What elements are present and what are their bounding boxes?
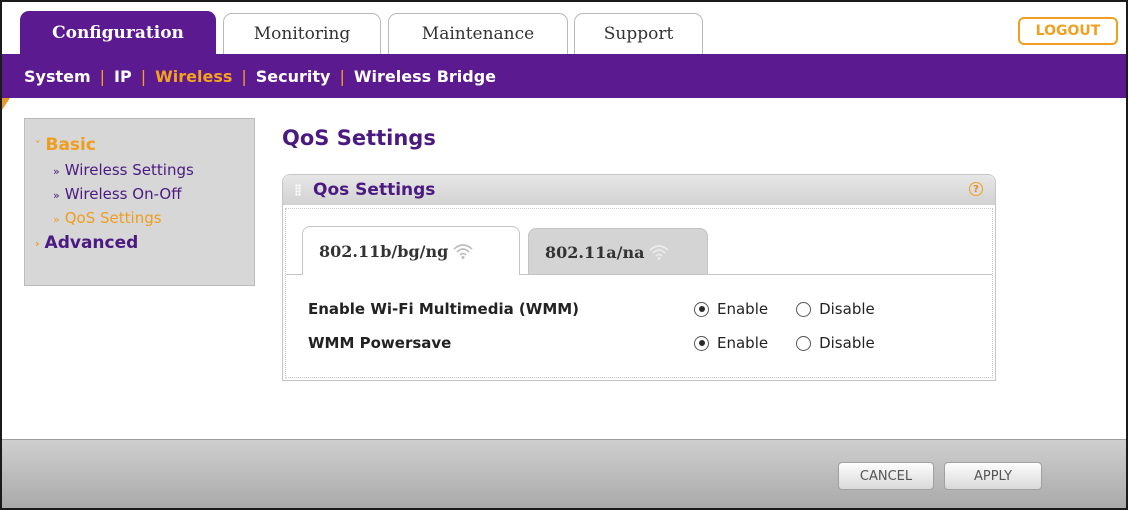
radio-label: Disable (819, 334, 875, 352)
tab-support[interactable]: Support (574, 13, 703, 54)
radio-label: Enable (717, 300, 769, 318)
setting-row-wmm-powersave: WMM Powersave Enable Disable (308, 334, 903, 352)
radio-tab-label: 802.11a/na (545, 242, 645, 262)
help-icon[interactable]: ? (969, 182, 983, 196)
footer-bar: CANCEL APPLY (2, 439, 1126, 508)
wifi-icon (453, 244, 473, 259)
panel-body: 802.11b/bg/ng 802.11a/na Enable Wi-Fi Mu… (285, 208, 993, 378)
panel-title: Qos Settings (313, 180, 436, 200)
router-admin-window: Configuration Monitoring Maintenance Sup… (0, 0, 1128, 510)
setting-row-wmm: Enable Wi-Fi Multimedia (WMM) Enable Dis… (308, 300, 903, 318)
subnav-system[interactable]: System (24, 67, 91, 86)
setting-label: Enable Wi-Fi Multimedia (WMM) (308, 300, 580, 318)
tab-80211ana[interactable]: 802.11a/na (528, 228, 708, 275)
setting-label: WMM Powersave (308, 334, 452, 352)
logout-button[interactable]: LOGOUT (1018, 17, 1118, 45)
apply-button[interactable]: APPLY (944, 462, 1042, 490)
radio-selected-icon (694, 335, 709, 351)
double-chevron-icon: » (53, 189, 60, 202)
radio-tab-label: 802.11b/bg/ng (319, 241, 449, 261)
menu-item-label: Wireless Settings (64, 161, 194, 179)
radio-empty-icon (796, 335, 812, 351)
wmm-disable-radio[interactable]: Disable (796, 300, 875, 318)
subnav-separator: | (99, 66, 106, 86)
subnav-wireless[interactable]: Wireless (155, 67, 232, 86)
menu-item-wireless-settings[interactable]: » Wireless Settings (53, 159, 254, 183)
powersave-enable-radio[interactable]: Enable (694, 334, 768, 352)
wifi-icon (649, 245, 669, 260)
radio-label: Disable (819, 300, 875, 318)
panel-header: Qos Settings ? (283, 175, 995, 205)
sub-navigation: System | IP | Wireless | Security | Wire… (2, 54, 1126, 98)
page-title: QoS Settings (282, 126, 436, 150)
subnav-ip[interactable]: IP (114, 67, 132, 86)
left-menu: ˇ Basic » Wireless Settings » Wireless On-… (24, 118, 255, 286)
decorative-corner (2, 98, 10, 110)
double-chevron-icon: » (53, 165, 60, 178)
radio-label: Enable (717, 334, 769, 352)
menu-basic[interactable]: ˇ Basic (35, 135, 254, 155)
menu-item-wireless-on-off[interactable]: » Wireless On-Off (53, 183, 254, 207)
grip-icon (295, 184, 301, 196)
top-tab-bar: Configuration Monitoring Maintenance Sup… (2, 2, 1126, 54)
subnav-security[interactable]: Security (256, 67, 331, 86)
chevron-right-icon: › (35, 236, 40, 250)
double-chevron-icon: » (53, 213, 60, 226)
subnav-separator: | (241, 66, 247, 86)
powersave-disable-radio[interactable]: Disable (796, 334, 875, 352)
radio-empty-icon (796, 301, 812, 317)
menu-basic-label: Basic (45, 135, 96, 155)
subnav-separator: | (339, 66, 345, 86)
menu-advanced-label: Advanced (44, 233, 139, 253)
subnav-wireless-bridge[interactable]: Wireless Bridge (354, 67, 496, 86)
menu-advanced[interactable]: › Advanced (35, 233, 254, 253)
tab-monitoring[interactable]: Monitoring (223, 13, 381, 54)
subnav-separator: | (140, 66, 147, 86)
menu-item-label: QoS Settings (64, 209, 162, 227)
tab-maintenance[interactable]: Maintenance (388, 13, 568, 54)
wmm-enable-radio[interactable]: Enable (694, 300, 768, 318)
chevron-down-icon: ˇ (35, 138, 41, 152)
tab-80211bgng[interactable]: 802.11b/bg/ng (302, 226, 520, 275)
menu-item-label: Wireless On-Off (64, 185, 182, 203)
cancel-button[interactable]: CANCEL (838, 462, 934, 490)
tab-configuration[interactable]: Configuration (20, 11, 216, 54)
radio-selected-icon (694, 301, 709, 317)
menu-item-qos-settings[interactable]: » QoS Settings (53, 207, 254, 231)
qos-settings-panel: Qos Settings ? 802.11b/bg/ng 802.11a/na (282, 174, 996, 381)
basic-submenu: » Wireless Settings » Wireless On-Off » QoS… (35, 159, 254, 231)
